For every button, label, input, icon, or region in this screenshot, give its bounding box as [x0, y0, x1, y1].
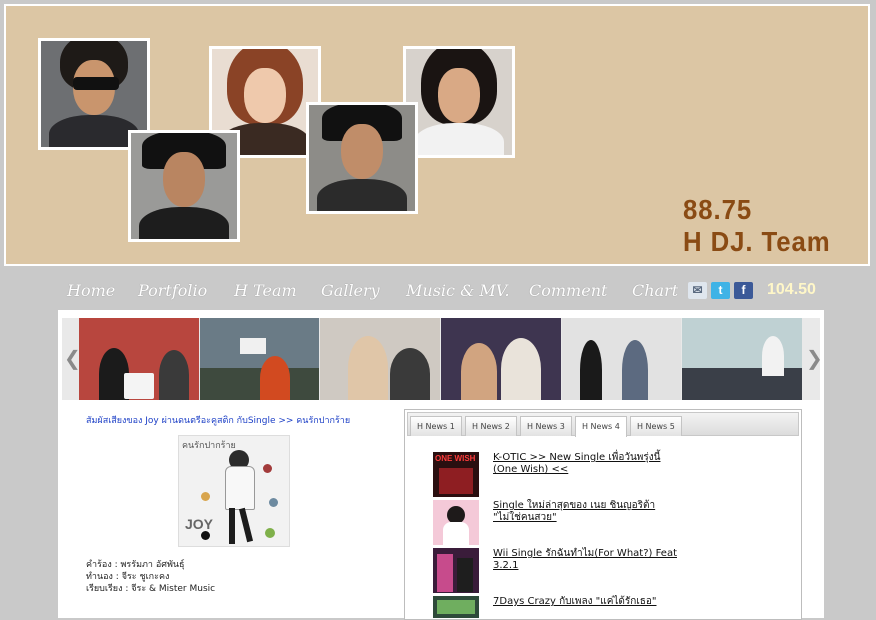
news-thumb[interactable] [433, 596, 479, 618]
news-thumb[interactable]: ONE WISH [433, 452, 479, 497]
dj-photo-5 [403, 46, 515, 158]
slider-photo[interactable] [79, 318, 199, 400]
news-title[interactable]: Single ใหม่ล่าสุดของ เนย ชินญอริต้า "ไม่… [493, 500, 683, 524]
tab-h-news-4[interactable]: H News 4 [575, 416, 627, 437]
news-item[interactable]: Wii Single รักฉันทำไม(For What?) Feat 3.… [433, 548, 773, 594]
mail-icon[interactable]: ✉ [688, 282, 707, 299]
news-item[interactable]: 7Days Crazy กับเพลง "แค่ได้รักเธอ" [433, 596, 773, 618]
news-thumb[interactable] [433, 548, 479, 593]
tab-h-news-2[interactable]: H News 2 [465, 416, 517, 436]
station-title: 88.75 H DJ. Team [683, 194, 831, 258]
nav-comment[interactable]: Comment [529, 281, 607, 300]
news-item[interactable]: ONE WISH K-OTIC >> New Single เพื่อวันพร… [433, 452, 773, 498]
slider-photo[interactable] [199, 318, 320, 400]
slider-photo[interactable] [682, 318, 803, 400]
news-title[interactable]: Wii Single รักฉันทำไม(For What?) Feat 3.… [493, 548, 683, 572]
slider-thumbs [79, 318, 803, 400]
slider-photo[interactable] [441, 318, 561, 400]
twitter-icon[interactable]: t [711, 282, 730, 299]
news-item[interactable]: Single ใหม่ล่าสุดของ เนย ชินญอริต้า "ไม่… [433, 500, 773, 546]
credit-arrangement: เรียบเรียง : จีระ & Mister Music [86, 584, 216, 594]
tab-bar: H News 1 H News 2 H News 3 H News 4 H Ne… [407, 412, 799, 437]
song-credits: คำร้อง : พรรัมภา อัศพันธุ์ ทำนอง : จีระ … [86, 559, 215, 595]
facebook-icon[interactable]: f [734, 282, 753, 299]
news-tabs-panel: H News 1 H News 2 H News 3 H News 4 H Ne… [404, 409, 802, 620]
news-thumb-label: ONE WISH [435, 454, 476, 463]
news-thumb[interactable] [433, 500, 479, 545]
header-banner: 88.75 H DJ. Team [4, 4, 870, 266]
tab-h-news-5[interactable]: H News 5 [630, 416, 682, 436]
nav-gallery[interactable]: Gallery [321, 281, 380, 300]
frequency-label: 104.50 [767, 281, 816, 298]
slider-photo[interactable] [561, 318, 682, 400]
dj-photo-2 [128, 130, 240, 242]
slider-next-icon[interactable]: ❯ [806, 346, 823, 370]
nav-chart[interactable]: Chart [632, 281, 678, 300]
slider-photo[interactable] [320, 318, 441, 400]
cover-title: คนรักปากร้าย [182, 441, 236, 451]
station-line-2: H DJ. Team [683, 226, 831, 257]
nav-portfolio[interactable]: Portfolio [138, 281, 207, 300]
single-cover-image[interactable]: คนรักปากร้าย JOY [178, 435, 290, 547]
story-title-link[interactable]: สัมผัสเสียงของ Joy ผ่านดนตรีอะคูสติก กับ… [86, 413, 350, 427]
dj-photo-4 [306, 102, 418, 214]
credit-lyrics: คำร้อง : พรรัมภา อัศพันธุ์ [86, 560, 185, 570]
main-nav: Home Portfolio H Team Gallery Music & MV… [0, 274, 876, 310]
tab-h-news-1[interactable]: H News 1 [410, 416, 462, 436]
cover-artist: JOY [185, 516, 214, 532]
credit-melody: ทำนอง : จีระ ชูเกะคง [86, 572, 170, 582]
station-line-1: 88.75 [683, 194, 753, 225]
nav-h-team[interactable]: H Team [234, 281, 297, 300]
news-title[interactable]: K-OTIC >> New Single เพื่อวันพรุ่งนี้ (O… [493, 452, 683, 476]
content-area: ❮ ❯ สัมผัสเสียงของ Joy ผ่านดนตรีอะคูสติก… [58, 310, 824, 620]
photo-slider: ❮ ❯ [62, 318, 823, 400]
nav-home[interactable]: Home [67, 281, 115, 300]
nav-music-mv[interactable]: Music & MV. [406, 281, 510, 300]
tab-h-news-3[interactable]: H News 3 [520, 416, 572, 436]
news-title[interactable]: 7Days Crazy กับเพลง "แค่ได้รักเธอ" [493, 596, 683, 608]
